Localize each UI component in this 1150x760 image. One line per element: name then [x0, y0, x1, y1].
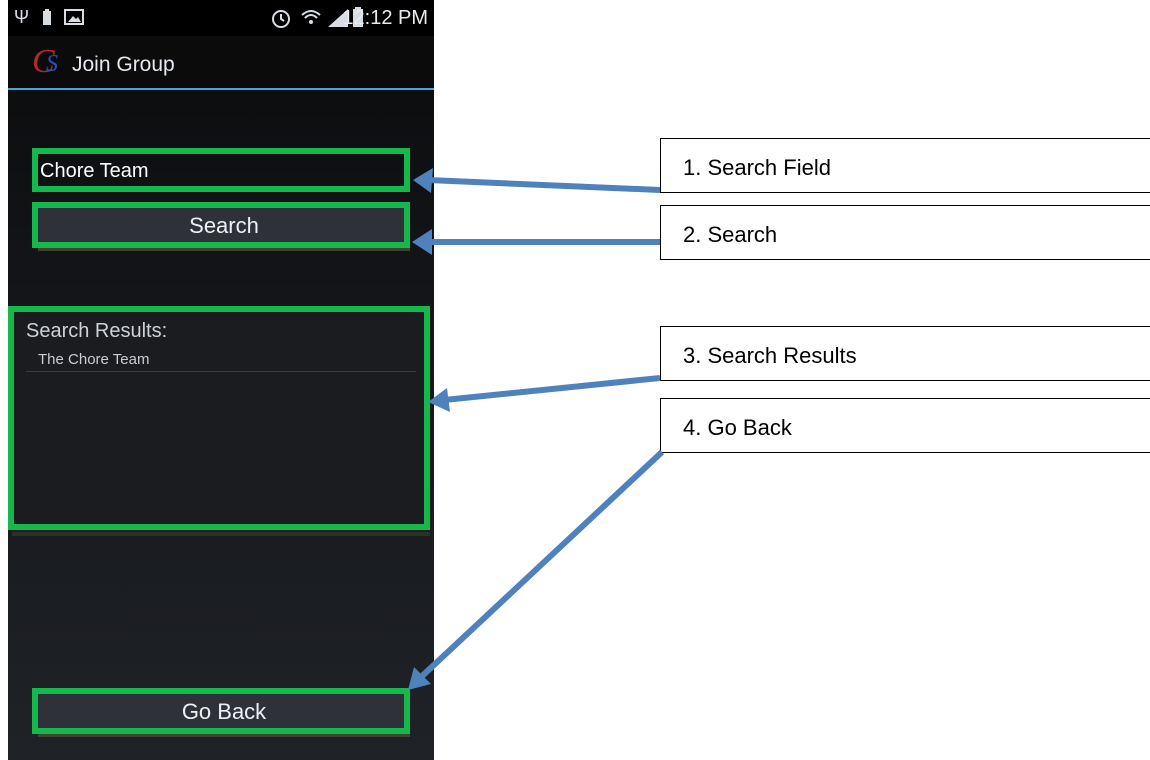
arrow-4: [417, 449, 665, 681]
image-icon: [64, 8, 84, 31]
battery-saver-icon: [42, 8, 52, 31]
highlight-search-field: [32, 148, 410, 192]
action-bar-divider: [8, 88, 434, 90]
highlight-go-back: [32, 688, 410, 734]
callout-search: 2. Search: [660, 205, 1150, 260]
arrow-1: [427, 177, 661, 193]
alarm-icon: [270, 7, 292, 34]
highlight-search-button: [32, 202, 410, 248]
usb-icon: Ψ: [14, 7, 30, 27]
status-bar: Ψ 12:12 PM: [8, 0, 434, 36]
wifi-icon: [300, 7, 322, 34]
app-logo: CS: [32, 43, 58, 80]
callout-search-results: 3. Search Results: [660, 326, 1150, 381]
callout-search-field: 1. Search Field: [660, 138, 1150, 193]
callout-go-back: 4. Go Back: [660, 398, 1150, 453]
action-bar: CS Join Group: [8, 36, 434, 90]
arrow-3: [443, 375, 661, 403]
status-time: 12:12 PM: [342, 7, 428, 29]
highlight-search-results: [8, 306, 430, 530]
page-title: Join Group: [72, 53, 175, 76]
